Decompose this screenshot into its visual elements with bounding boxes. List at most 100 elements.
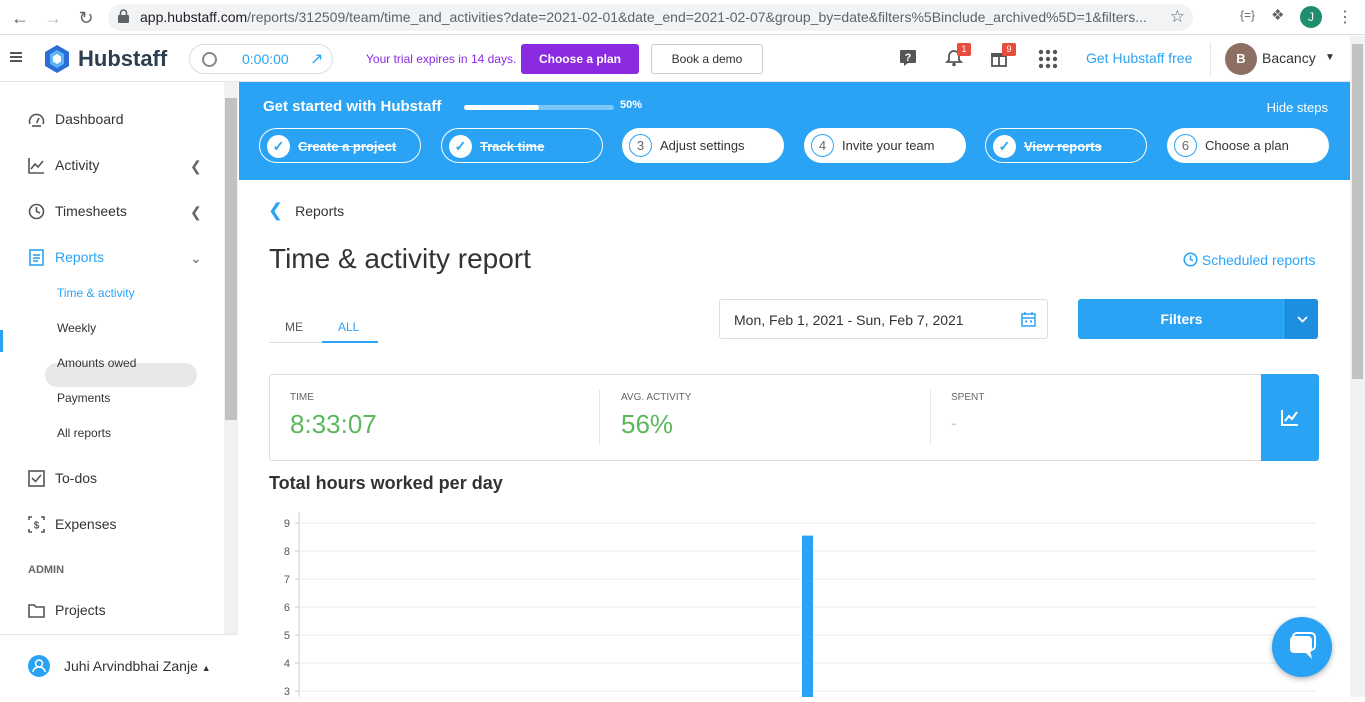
sidebar-subitem-amounts-owed[interactable]: Amounts owed [57, 356, 136, 370]
chart-toggle-button[interactable] [1261, 374, 1319, 461]
tab-all[interactable]: ALL [338, 320, 359, 334]
admin-section-label: ADMIN [28, 564, 65, 576]
breadcrumb[interactable]: ❮ Reports [268, 200, 344, 221]
y-tick-label: 8 [284, 546, 290, 558]
browser-toolbar: ← → ↻ app.hubstaff.com/reports/312509/te… [0, 0, 1365, 35]
onboarding-progress-bar [464, 105, 614, 110]
notifications-badge: 1 [957, 43, 971, 56]
breadcrumb-label: Reports [295, 203, 345, 219]
bar-4 [802, 535, 813, 697]
activity-chart-icon [28, 158, 44, 174]
chat-launcher-button[interactable] [1272, 617, 1332, 677]
sidebar-item-label: Dashboard [55, 111, 124, 127]
browser-profile-avatar[interactable]: J [1300, 6, 1322, 28]
sidebar-item-label: Projects [55, 602, 106, 618]
y-tick-label: 9 [284, 518, 290, 530]
step-label: Invite your team [842, 138, 935, 153]
choose-plan-button[interactable]: Choose a plan [521, 44, 639, 74]
notifications-bell-icon[interactable]: 1 [944, 43, 971, 67]
y-tick-label: 5 [284, 630, 290, 642]
forward-icon[interactable]: → [42, 7, 64, 29]
step-label: Create a project [298, 139, 397, 154]
chevron-left-icon: ❮ [268, 200, 284, 220]
stat-time: TIME 8:33:07 [290, 392, 377, 440]
scheduled-reports-link[interactable]: Scheduled reports [1183, 252, 1316, 268]
step-label: Track time [480, 139, 545, 154]
organization-avatar[interactable]: B [1225, 43, 1257, 75]
date-range-picker[interactable]: Mon, Feb 1, 2021 - Sun, Feb 7, 2021 [719, 299, 1048, 339]
chevron-left-icon: ❮ [190, 204, 202, 220]
page-title: Time & activity report [269, 243, 531, 274]
report-icon [29, 249, 44, 266]
sidebar-subitem-time-activity[interactable]: Time & activity [57, 286, 135, 300]
apps-grid-icon[interactable] [1038, 49, 1058, 69]
stat-spent-value: - [951, 413, 957, 433]
chevron-down-icon [1297, 316, 1308, 323]
chevron-down-icon: ⌄ [190, 250, 202, 266]
reload-icon[interactable]: ↻ [75, 7, 97, 29]
active-indicator [0, 330, 3, 352]
step-invite-team[interactable]: 4 Invite your team [804, 128, 966, 163]
gauge-icon [28, 113, 45, 127]
step-create-project[interactable]: ✓ Create a project [259, 128, 421, 163]
caret-down-icon[interactable]: ▼ [1325, 52, 1335, 63]
step-view-reports[interactable]: ✓ View reports [985, 128, 1147, 163]
hours-per-day-chart: 3 4 5 6 7 8 9 [269, 500, 1329, 698]
stopwatch-icon [202, 52, 217, 67]
sidebar-item-label: Activity [55, 157, 100, 173]
organization-name[interactable]: Bacancy [1262, 50, 1316, 66]
bookmark-star-icon[interactable]: ☆ [1170, 7, 1185, 27]
page-scrollbar-thumb[interactable] [1352, 44, 1363, 379]
stat-activity-label: AVG. ACTIVITY [621, 392, 692, 403]
stat-divider [930, 390, 931, 444]
filters-dropdown-toggle[interactable] [1285, 299, 1318, 339]
timer-widget[interactable]: 0:00:00 ↗ [189, 44, 333, 74]
sidebar-subitem-payments[interactable]: Payments [57, 391, 110, 405]
sidebar-subitem-weekly[interactable]: Weekly [57, 321, 96, 335]
user-avatar-icon [28, 655, 50, 677]
sidebar: Dashboard Activity ❮ Timesheets ❮ Report… [0, 82, 224, 634]
browser-menu-icon[interactable]: ⋮ [1337, 7, 1353, 27]
logo-text: Hubstaff [78, 46, 168, 71]
sidebar-scrollbar[interactable] [224, 82, 238, 634]
step-track-time[interactable]: ✓ Track time [441, 128, 603, 163]
y-tick-label: 3 [284, 686, 290, 697]
tab-me[interactable]: ME [285, 320, 303, 334]
app-header: Hubstaff 0:00:00 ↗ Your trial expires in… [0, 36, 1350, 82]
back-icon[interactable]: ← [9, 7, 31, 29]
svg-text:$: $ [34, 521, 40, 532]
date-range-value: Mon, Feb 1, 2021 - Sun, Feb 7, 2021 [734, 312, 964, 328]
menu-hamburger-icon[interactable] [10, 52, 22, 62]
onboarding-title: Get started with Hubstaff [263, 98, 442, 115]
chat-bubble-icon [1290, 632, 1316, 659]
help-icon[interactable]: ? [899, 49, 917, 67]
chart-title: Total hours worked per day [269, 473, 503, 493]
stat-divider [599, 390, 600, 444]
extensions-puzzle-icon[interactable]: ❖ [1271, 6, 1284, 24]
filters-button[interactable]: Filters [1078, 299, 1318, 339]
step-label: View reports [1024, 139, 1102, 154]
extension-icon[interactable]: {=} [1240, 8, 1255, 22]
timer-value: 0:00:00 [242, 51, 289, 67]
hubstaff-logo-icon[interactable] [42, 44, 72, 74]
step-label: Adjust settings [660, 138, 745, 153]
sidebar-user-footer[interactable]: Juhi Arvindbhai Zanje ▲ [0, 634, 238, 697]
receipt-dollar-icon: $ [28, 516, 45, 533]
gift-icon[interactable]: 9 [990, 43, 1016, 67]
book-demo-button[interactable]: Book a demo [651, 44, 763, 74]
sidebar-scrollbar-thumb[interactable] [225, 98, 237, 420]
gifts-badge: 9 [1002, 43, 1016, 56]
scope-tabs: ME ALL [269, 312, 378, 343]
step-number: 4 [811, 134, 834, 157]
clock-icon [1183, 252, 1198, 267]
page-scrollbar[interactable] [1350, 36, 1365, 697]
address-bar[interactable]: app.hubstaff.com/reports/312509/team/tim… [108, 4, 1193, 31]
active-tab-underline [322, 341, 378, 343]
hide-steps-link[interactable]: Hide steps [1267, 100, 1328, 115]
sidebar-subitem-all-reports[interactable]: All reports [57, 426, 111, 440]
get-hubstaff-free-link[interactable]: Get Hubstaff free [1086, 50, 1192, 66]
open-timer-arrow-icon[interactable]: ↗ [310, 49, 323, 69]
step-adjust-settings[interactable]: 3 Adjust settings [622, 128, 784, 163]
step-choose-plan[interactable]: 6 Choose a plan [1167, 128, 1329, 163]
y-tick-label: 6 [284, 602, 290, 614]
